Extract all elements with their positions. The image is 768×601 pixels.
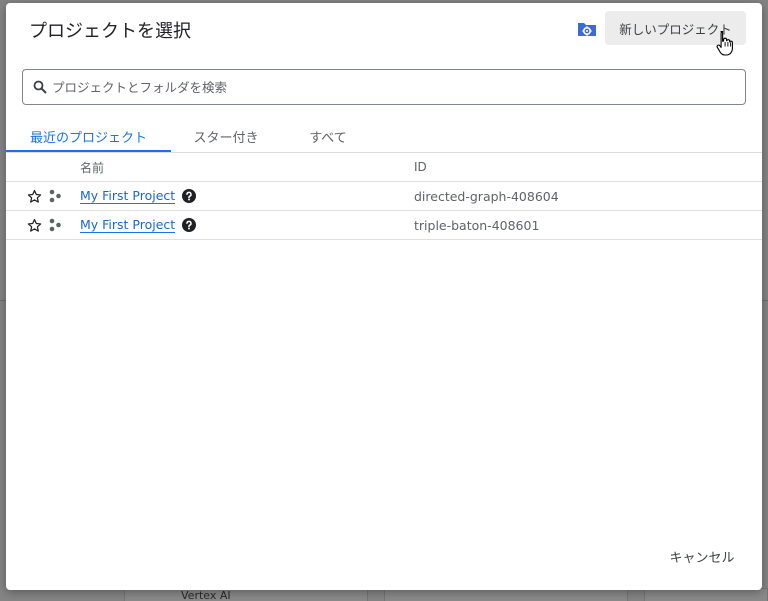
tab-starred[interactable]: スター付き — [171, 119, 281, 153]
help-icon-wrap[interactable] — [182, 218, 197, 232]
projects-table: 名前 ID My First Project directed-graph-40… — [6, 153, 762, 240]
help-circle-icon — [182, 189, 197, 203]
star-button[interactable] — [25, 182, 43, 210]
tab-bar: 最近のプロジェクト スター付き すべて — [6, 119, 762, 153]
help-icon-wrap[interactable] — [182, 189, 197, 203]
search-box[interactable] — [22, 69, 746, 105]
tab-recent-projects[interactable]: 最近のプロジェクト — [6, 119, 171, 153]
help-circle-icon — [182, 218, 197, 232]
star-outline-icon — [27, 218, 41, 232]
folder-settings-icon — [578, 23, 596, 36]
hand-pointer-icon — [716, 30, 733, 56]
project-name-cell: My First Project — [80, 211, 197, 239]
star-button[interactable] — [25, 211, 43, 239]
organization-icon — [49, 189, 61, 203]
table-header-row: 名前 ID — [6, 153, 762, 182]
column-header-name: 名前 — [80, 160, 105, 175]
bg-divider — [762, 300, 768, 301]
project-name-link[interactable]: My First Project — [80, 188, 176, 204]
bg-text-vertex: Vertex AI — [181, 589, 231, 601]
organization-icon — [49, 218, 61, 232]
project-name-cell: My First Project — [80, 182, 197, 210]
dialog-title: プロジェクトを選択 — [29, 21, 191, 42]
active-tab-indicator — [6, 150, 171, 152]
organization-icon-cell — [47, 211, 63, 239]
table-row[interactable]: My First Project triple-baton-408601 — [6, 211, 762, 240]
project-id-cell: directed-graph-408604 — [414, 188, 559, 204]
cancel-button[interactable]: キャンセル — [657, 541, 747, 571]
star-outline-icon — [27, 189, 41, 203]
tab-all[interactable]: すべて — [281, 119, 375, 153]
project-name-link[interactable]: My First Project — [80, 217, 176, 233]
organization-icon-cell — [47, 182, 63, 210]
manage-folders-button[interactable] — [576, 20, 598, 38]
search-input[interactable] — [52, 72, 745, 102]
select-project-dialog: プロジェクトを選択 新しいプロジェクト 最近のプロジェクト スター付き すべて … — [6, 3, 762, 590]
table-row[interactable]: My First Project directed-graph-408604 — [6, 182, 762, 211]
project-id-cell: triple-baton-408601 — [414, 217, 540, 233]
search-icon — [33, 80, 47, 94]
column-header-id: ID — [414, 160, 427, 174]
